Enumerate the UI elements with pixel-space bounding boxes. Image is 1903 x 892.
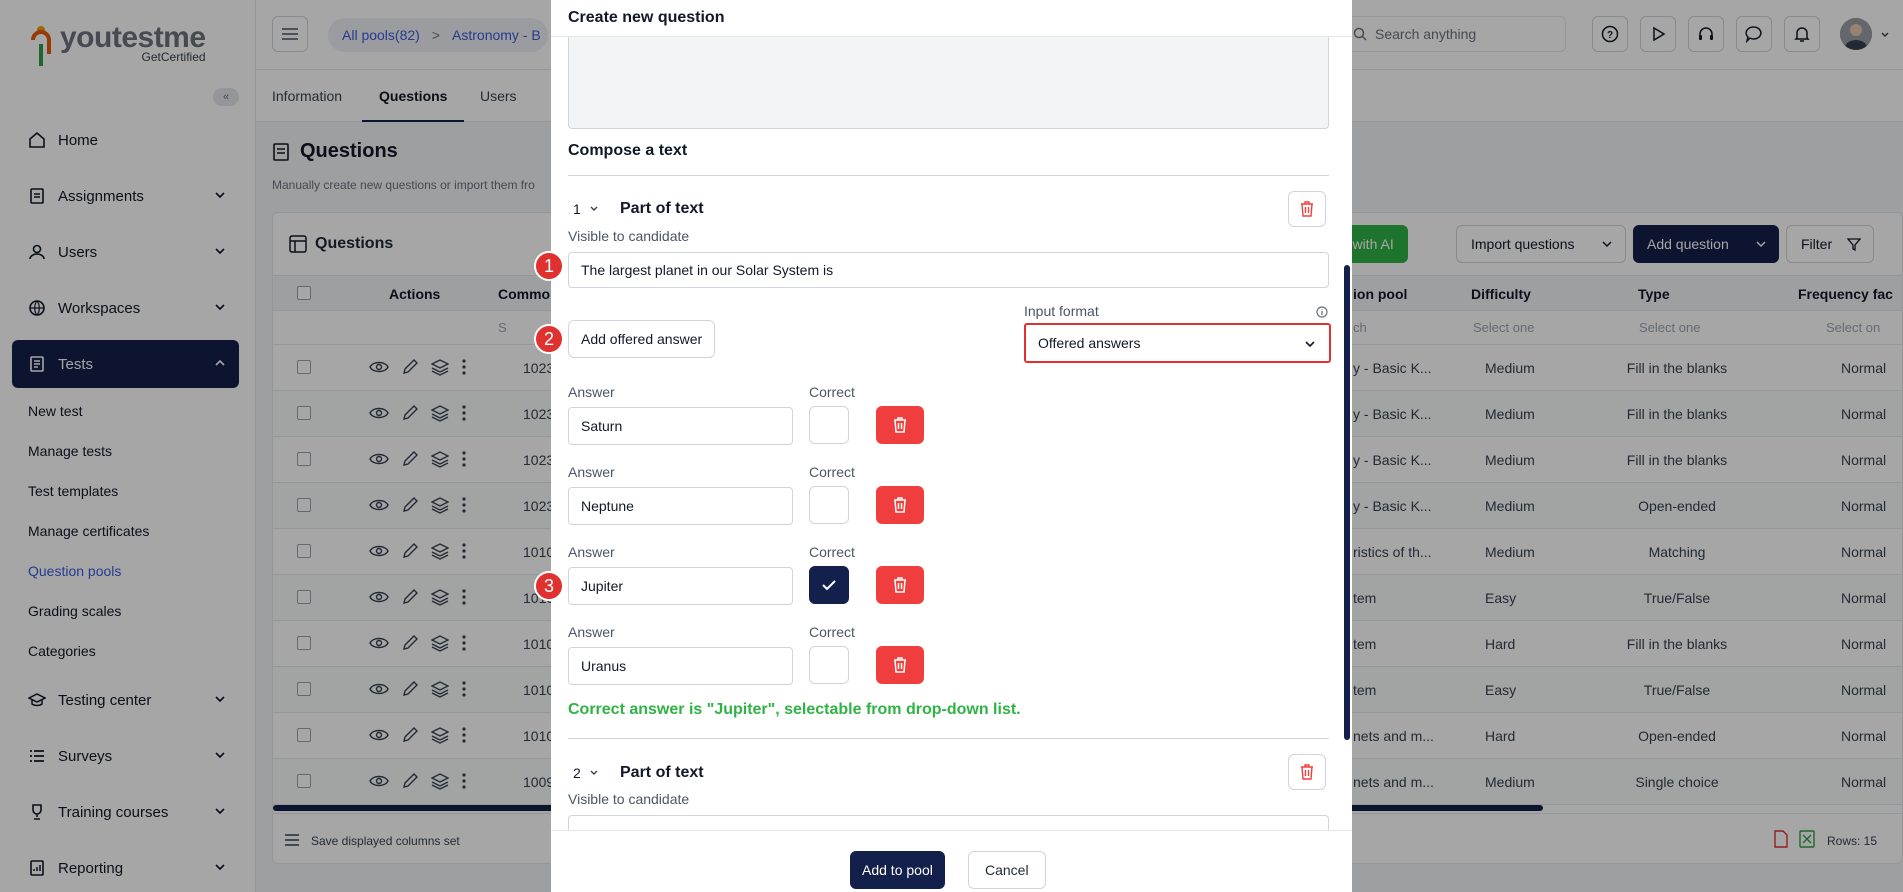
step-marker-2: 2 — [534, 324, 564, 354]
modal-title: Create new question — [551, 0, 1352, 37]
chevron-down-icon — [590, 206, 598, 211]
divider — [568, 175, 1329, 176]
correct-checkbox[interactable] — [809, 486, 849, 524]
compose-text-heading: Compose a text — [568, 142, 688, 159]
trash-icon — [894, 657, 906, 673]
delete-answer-button[interactable] — [876, 486, 924, 524]
correct-label: Correct — [809, 624, 855, 640]
step-marker-3: 3 — [534, 571, 564, 601]
part-title: Part of text — [620, 200, 704, 217]
answer-label: Answer — [568, 624, 615, 640]
correct-label: Correct — [809, 464, 855, 480]
answer-input[interactable]: Neptune — [568, 487, 793, 525]
trash-icon — [894, 497, 906, 513]
info-icon[interactable] — [1316, 306, 1328, 318]
correct-label: Correct — [809, 544, 855, 560]
part-text-input[interactable] — [568, 815, 1329, 830]
correct-checkbox[interactable] — [809, 406, 849, 444]
trash-icon — [1301, 201, 1313, 217]
part-number-select[interactable]: 2 — [573, 765, 599, 781]
correct-label: Correct — [809, 384, 855, 400]
correct-checkbox-checked[interactable] — [809, 566, 849, 604]
delete-part-button[interactable] — [1288, 191, 1326, 227]
cancel-button[interactable]: Cancel — [968, 851, 1046, 889]
answer-label: Answer — [568, 544, 615, 560]
delete-answer-button[interactable] — [876, 646, 924, 684]
add-to-pool-button[interactable]: Add to pool — [850, 851, 945, 889]
modal-scrollbar[interactable] — [1344, 265, 1350, 740]
part-text-input[interactable]: The largest planet in our Solar System i… — [568, 252, 1329, 288]
create-question-modal: Create new question Compose a text 1 Par… — [551, 0, 1352, 892]
correct-checkbox[interactable] — [809, 646, 849, 684]
answer-label: Answer — [568, 464, 615, 480]
chevron-down-icon — [1305, 341, 1315, 348]
checkmark-icon — [822, 580, 836, 591]
delete-part-button[interactable] — [1288, 754, 1326, 790]
add-offered-answer-button[interactable]: Add offered answer — [568, 320, 716, 358]
answer-input[interactable]: Jupiter — [568, 567, 793, 605]
trash-icon — [894, 577, 906, 593]
answer-label: Answer — [568, 384, 615, 400]
delete-answer-button[interactable] — [876, 566, 924, 604]
question-text-area[interactable] — [568, 37, 1329, 129]
input-format-label: Input format — [1024, 303, 1099, 319]
modal-footer: Add to pool Cancel — [551, 830, 1352, 892]
step-marker-1: 1 — [534, 251, 564, 281]
part-title: Part of text — [620, 764, 704, 781]
correct-answer-message: Correct answer is "Jupiter", selectable … — [568, 701, 1021, 718]
chevron-down-icon — [590, 770, 598, 775]
trash-icon — [1301, 764, 1313, 780]
input-format-select[interactable]: Offered answers — [1024, 323, 1331, 363]
answer-input[interactable]: Saturn — [568, 407, 793, 445]
answer-input[interactable]: Uranus — [568, 647, 793, 685]
trash-icon — [894, 417, 906, 433]
part-number-select[interactable]: 1 — [573, 201, 599, 217]
visible-to-candidate-label: Visible to candidate — [568, 228, 690, 244]
visible-to-candidate-label: Visible to candidate — [568, 791, 690, 807]
divider — [568, 738, 1329, 739]
delete-answer-button[interactable] — [876, 406, 924, 444]
